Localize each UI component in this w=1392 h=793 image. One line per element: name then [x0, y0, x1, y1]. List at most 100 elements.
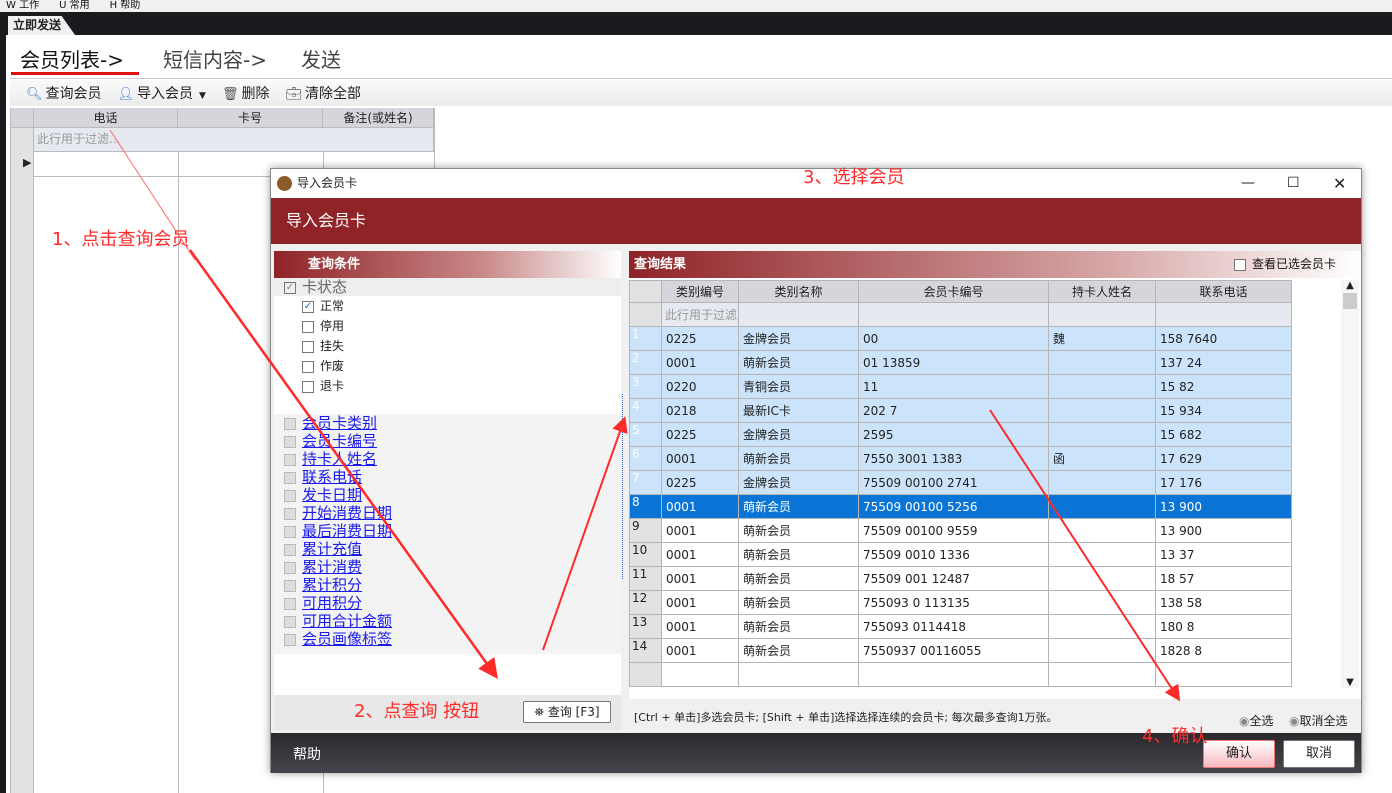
table-row[interactable]: 13 0001 萌新会员 755093 0114418 180 8: [629, 614, 1292, 639]
delete-button[interactable]: 🗑︎ 删除: [222, 83, 270, 103]
table-row[interactable]: 2 0001 萌新会员 01 13859 137 24: [629, 350, 1292, 375]
filter-row[interactable]: 此行用于过滤...: [11, 128, 434, 152]
deselect-all-button[interactable]: ◉取消全选: [1289, 712, 1348, 729]
results-column-header[interactable]: 类别编号: [661, 280, 739, 303]
status-disabled[interactable]: 停用: [302, 316, 621, 336]
row-number[interactable]: 13: [629, 614, 662, 639]
results-filter-cell[interactable]: [1155, 302, 1292, 327]
table-row[interactable]: 3 0220 青铜会员 11 15 82: [629, 374, 1292, 399]
menu-help[interactable]: H 帮助: [110, 0, 141, 11]
row-number[interactable]: 10: [629, 542, 662, 567]
table-row[interactable]: 11 0001 萌新会员 75509 001 12487 18 57: [629, 566, 1292, 591]
row-number[interactable]: 3: [629, 374, 662, 399]
table-cell: 函: [1048, 446, 1156, 471]
field-filter-item[interactable]: 开始消费日期: [284, 504, 621, 522]
import-member-button[interactable]: 👤︎ 导入会员 ▼: [118, 83, 206, 103]
field-filter-item[interactable]: 累计积分: [284, 576, 621, 594]
step-send[interactable]: 发送: [301, 44, 341, 73]
row-number[interactable]: 7: [629, 470, 662, 495]
scroll-thumb[interactable]: [1343, 293, 1357, 309]
table-row[interactable]: 8 0001 萌新会员 75509 00100 5256 13 900: [629, 494, 1292, 519]
status-returned[interactable]: 退卡: [302, 376, 621, 396]
confirm-button[interactable]: 确认: [1203, 740, 1275, 768]
help-link[interactable]: 帮助: [293, 744, 321, 764]
table-row[interactable]: 14 0001 萌新会员 7550937 00116055 1828 8: [629, 638, 1292, 663]
field-filter-item[interactable]: 发卡日期: [284, 486, 621, 504]
results-filter-cell[interactable]: [858, 302, 1049, 327]
results-column-header[interactable]: 持卡人姓名: [1048, 280, 1156, 303]
row-number[interactable]: 8: [629, 494, 662, 519]
field-filter-item[interactable]: 可用积分: [284, 594, 621, 612]
clear-all-button[interactable]: 💼︎ 清除全部: [285, 83, 361, 103]
close-button[interactable]: ✕: [1333, 169, 1346, 198]
table-row[interactable]: 5 0225 金牌会员 2595 15 682: [629, 422, 1292, 447]
radio-icon: ◉: [1239, 714, 1250, 728]
card-status-group[interactable]: ✓ 卡状态: [274, 278, 621, 296]
field-filter-item[interactable]: 累计充值: [284, 540, 621, 558]
field-filter-item[interactable]: 会员卡类别: [284, 414, 621, 432]
table-cell: 7550 3001 1383: [858, 446, 1049, 471]
results-filter-cell[interactable]: [1048, 302, 1156, 327]
field-filter-item[interactable]: 累计消费: [284, 558, 621, 576]
table-row[interactable]: 6 0001 萌新会员 7550 3001 1383 函 17 629: [629, 446, 1292, 471]
row-number[interactable]: 12: [629, 590, 662, 615]
minimize-button[interactable]: —: [1241, 169, 1255, 198]
table-cell: 0001: [661, 350, 739, 375]
checkbox-icon: [284, 507, 296, 520]
results-column-header[interactable]: 会员卡编号: [858, 280, 1049, 303]
table-cell: 金牌会员: [738, 326, 859, 351]
scroll-down-icon[interactable]: ▼: [1341, 677, 1359, 688]
step-member-list[interactable]: 会员列表->: [20, 44, 124, 73]
status-void[interactable]: 作废: [302, 356, 621, 376]
field-filter-item[interactable]: 持卡人姓名: [284, 450, 621, 468]
column-header-note[interactable]: 备注(或姓名): [323, 108, 434, 128]
table-row[interactable]: 10 0001 萌新会员 75509 0010 1336 13 37: [629, 542, 1292, 567]
query-button[interactable]: ⛯ 查询 [F3]: [523, 701, 611, 723]
status-normal[interactable]: ✓ 正常: [302, 296, 621, 316]
row-number[interactable]: 5: [629, 422, 662, 447]
vertical-scrollbar[interactable]: ▲ ▼: [1341, 280, 1359, 688]
menu-work[interactable]: W 工作: [6, 0, 39, 11]
table-cell: [1048, 470, 1156, 495]
results-table: 类别编号 类别名称 会员卡编号 持卡人姓名 联系电话 此行用于过滤 1 0225 金牌会员 0…: [629, 280, 1292, 687]
column-header-card[interactable]: 卡号: [178, 108, 323, 128]
field-filter-item[interactable]: 联系电话: [284, 468, 621, 486]
field-filter-item[interactable]: 会员卡编号: [284, 432, 621, 450]
row-number[interactable]: 11: [629, 566, 662, 591]
cancel-button[interactable]: 取消: [1283, 740, 1355, 768]
view-selected-checkbox[interactable]: 查看已选会员卡: [1234, 251, 1336, 278]
select-all-button[interactable]: ◉全选: [1239, 712, 1274, 729]
maximize-button[interactable]: ☐: [1287, 169, 1300, 198]
results-column-header[interactable]: 联系电话: [1155, 280, 1292, 303]
table-row[interactable]: 7 0225 金牌会员 75509 00100 2741 17 176: [629, 470, 1292, 495]
row-number[interactable]: 4: [629, 398, 662, 423]
splitter-handle[interactable]: [622, 394, 626, 579]
results-filter-cell[interactable]: [738, 302, 859, 327]
table-cell: [1048, 350, 1156, 375]
menu-common[interactable]: U 常用: [59, 0, 90, 11]
row-number[interactable]: 2: [629, 350, 662, 375]
row-number[interactable]: 1: [629, 326, 662, 351]
table-cell: [1048, 638, 1156, 663]
field-filter-item[interactable]: 最后消费日期: [284, 522, 621, 540]
status-lost[interactable]: 挂失: [302, 336, 621, 356]
table-row[interactable]: 9 0001 萌新会员 75509 00100 9559 13 900: [629, 518, 1292, 543]
table-cell: 0001: [661, 566, 739, 591]
scroll-up-icon[interactable]: ▲: [1341, 280, 1359, 291]
row-number[interactable]: 6: [629, 446, 662, 471]
step-sms-content[interactable]: 短信内容->: [163, 44, 267, 73]
table-row[interactable]: 1 0225 金牌会员 00 魏 158 7640: [629, 326, 1292, 351]
table-row[interactable]: 4 0218 最新IC卡 202 7 15 934: [629, 398, 1292, 423]
table-row[interactable]: 12 0001 萌新会员 755093 0 113135 138 58: [629, 590, 1292, 615]
annotation-step-4: 4、确认: [1142, 726, 1208, 747]
field-filter-item[interactable]: 可用合计金额: [284, 612, 621, 630]
column-header-phone[interactable]: 电话: [34, 108, 178, 128]
field-filter-item[interactable]: 会员画像标签: [284, 630, 621, 648]
results-filter-cell[interactable]: 此行用于过滤: [661, 302, 739, 327]
row-number[interactable]: 9: [629, 518, 662, 543]
row-number[interactable]: 14: [629, 638, 662, 663]
results-column-header[interactable]: 类别名称: [738, 280, 859, 303]
query-member-button[interactable]: 🔍︎ 查询会员: [26, 83, 102, 103]
checkbox-icon: [284, 471, 296, 484]
results-panel: 查询结果 查看已选会员卡 类别编号 类别名称 会员卡编号 持卡人姓名 联系电话 此行用于…: [629, 251, 1361, 699]
